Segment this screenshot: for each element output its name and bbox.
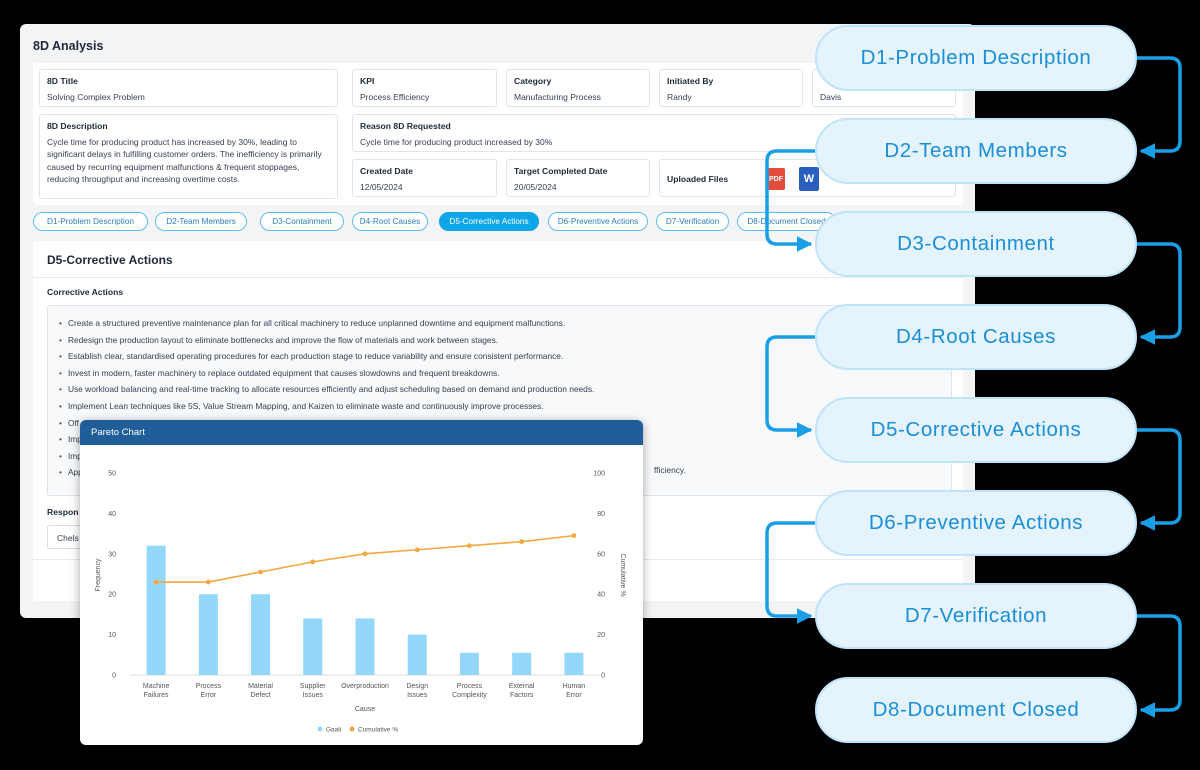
flow-step-2: D2-Team Members	[815, 118, 1137, 184]
flow-arrow	[1137, 614, 1182, 718]
flow-arrow	[765, 149, 815, 252]
flow-arrow	[1137, 242, 1182, 345]
flow-arrow	[765, 335, 815, 438]
flow-step-6: D6-Preventive Actions	[815, 490, 1137, 556]
flow-step-8: D8-Document Closed	[815, 677, 1137, 743]
flow-step-1: D1-Problem Description	[815, 25, 1137, 91]
flow-step-3: D3-Containment	[815, 211, 1137, 277]
flow-step-5: D5-Corrective Actions	[815, 397, 1137, 463]
flow-arrow	[1137, 56, 1182, 159]
flow-step-4: D4-Root Causes	[815, 304, 1137, 370]
flow-step-7: D7-Verification	[815, 583, 1137, 649]
flow-arrows	[765, 56, 1182, 718]
flow-arrow	[765, 521, 815, 624]
flow-arrow	[1137, 428, 1182, 531]
